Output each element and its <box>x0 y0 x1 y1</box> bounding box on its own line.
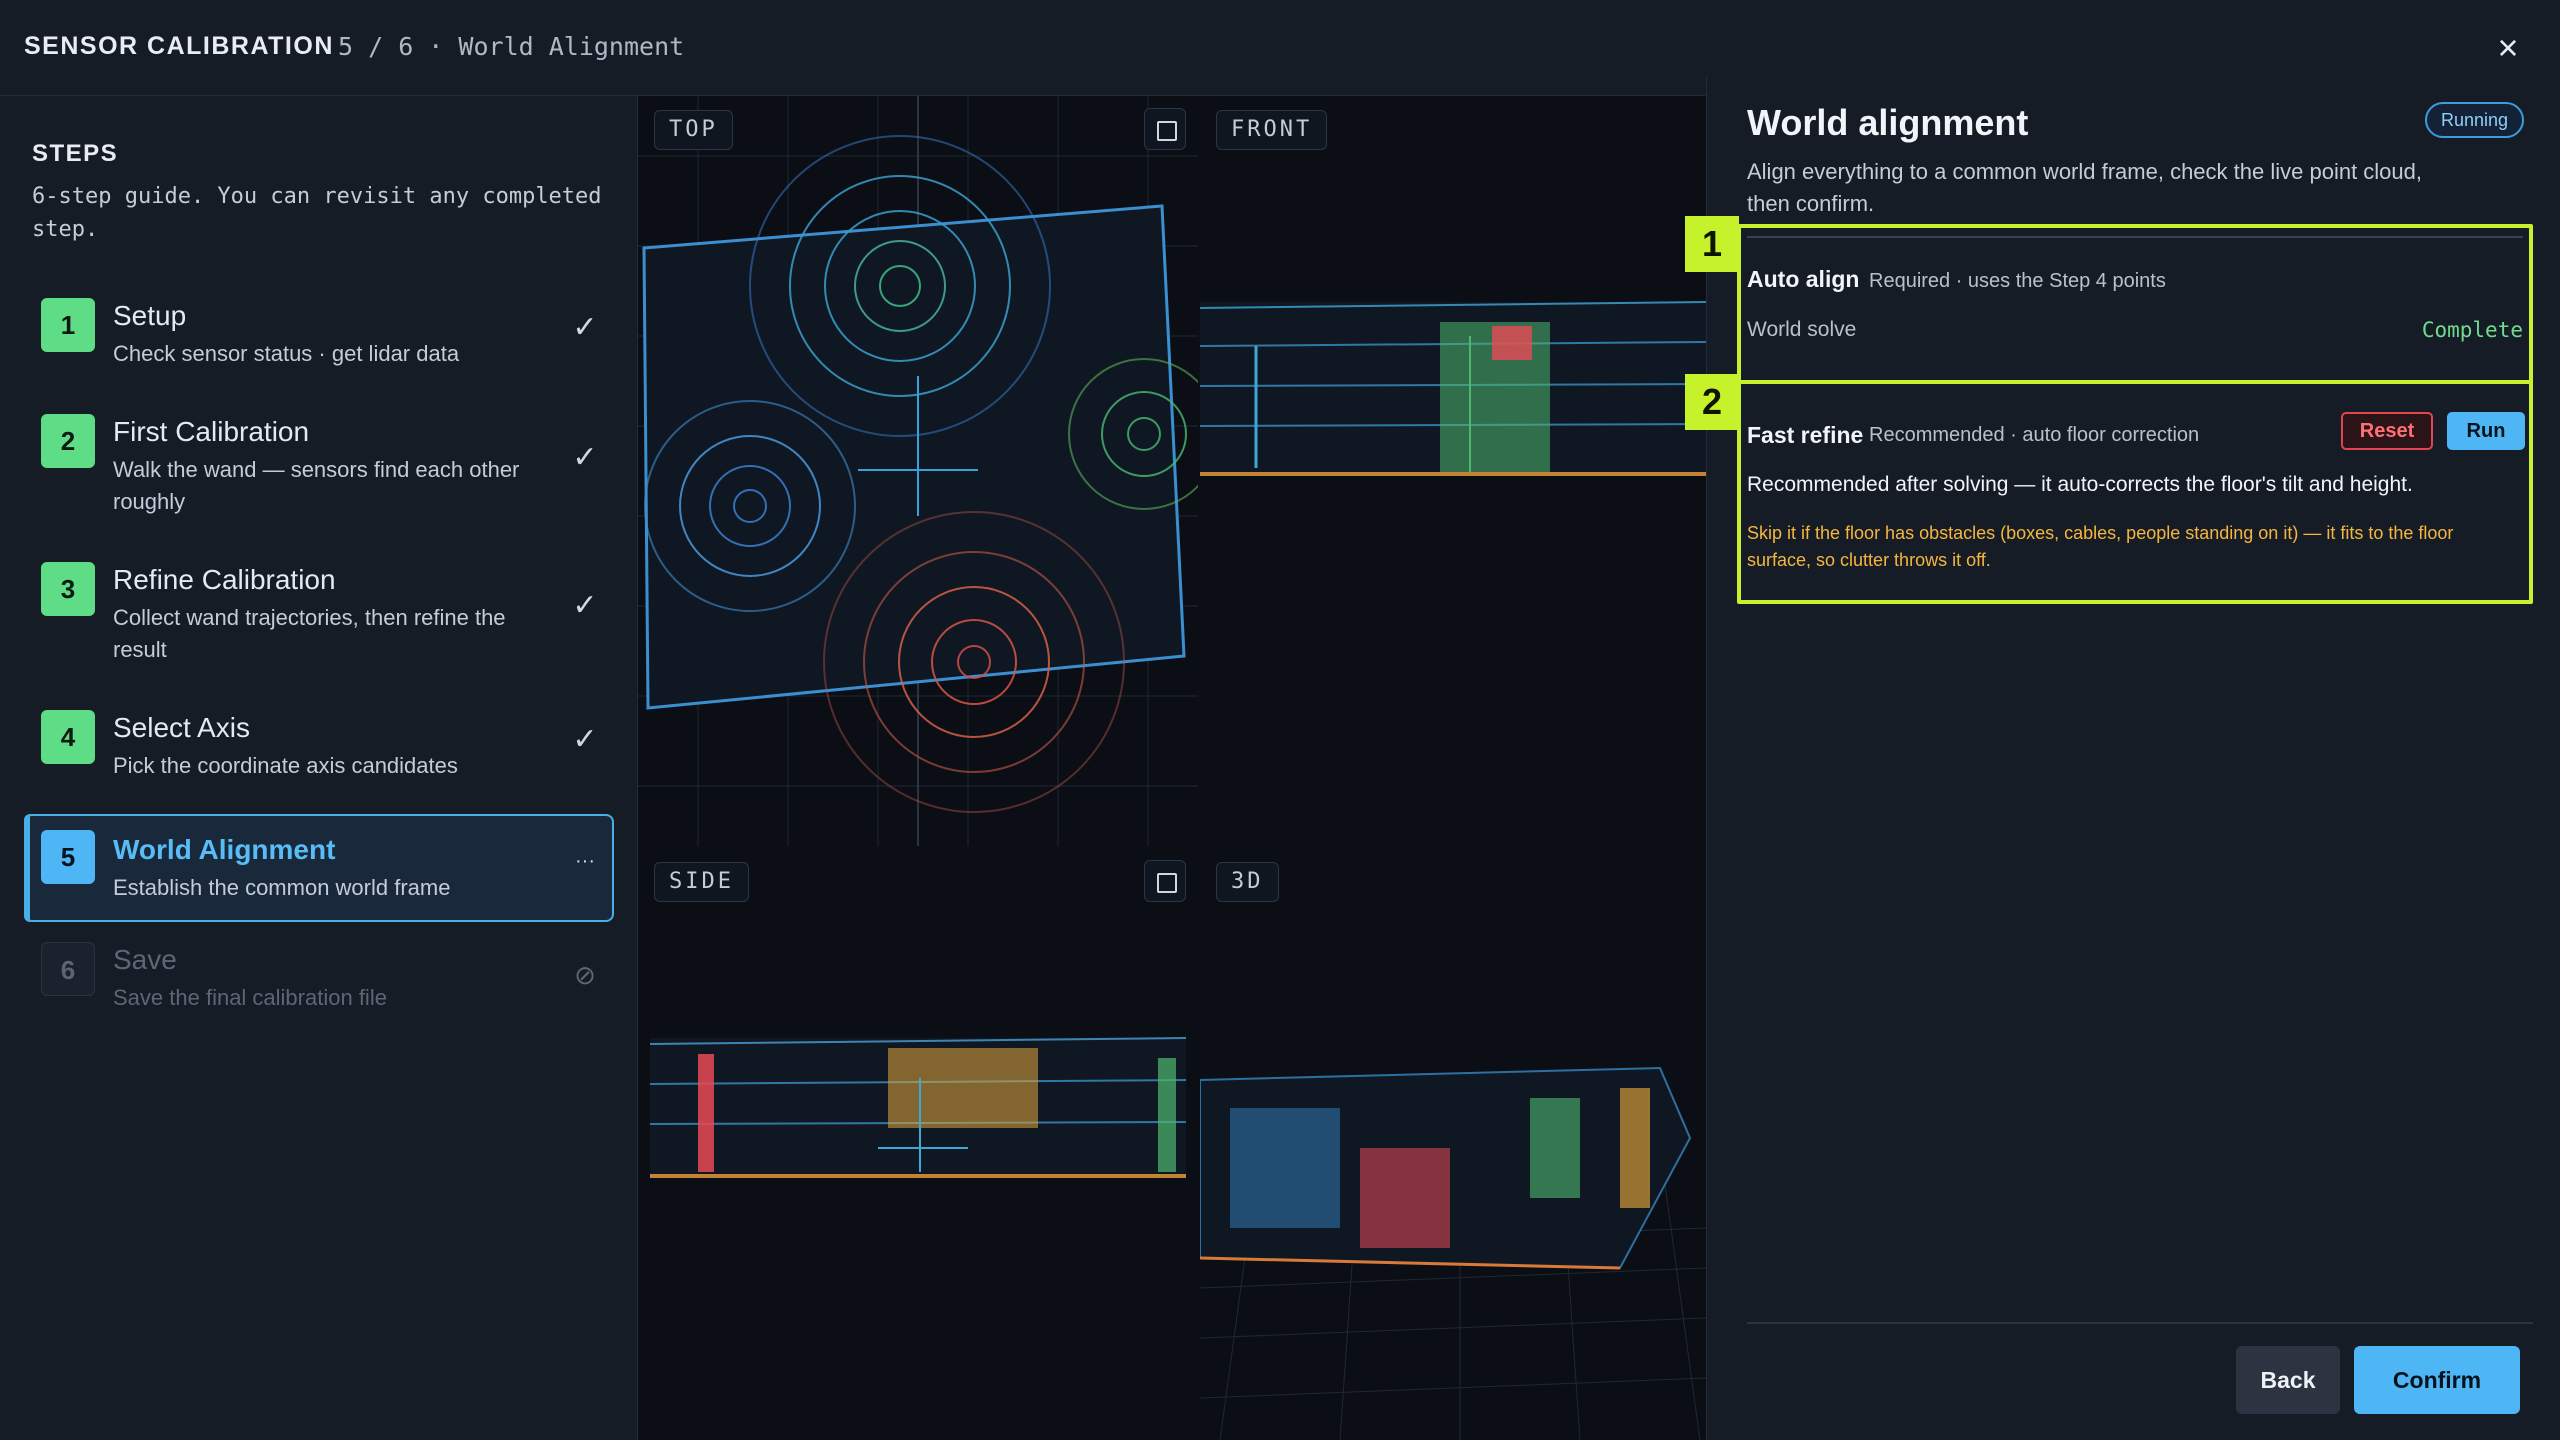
step-title: Refine Calibration <box>113 564 336 595</box>
close-icon[interactable]: × <box>2488 28 2528 68</box>
auto-align-section: Auto align Required · uses the Step 4 po… <box>1737 224 2533 384</box>
section-subtitle: Recommended · auto floor correction <box>1869 424 2200 446</box>
footer-divider <box>1747 1322 2533 1324</box>
reset-button[interactable]: Reset <box>2341 412 2433 450</box>
confirm-button[interactable]: Confirm <box>2354 1346 2520 1414</box>
step-description: Check sensor status · get lidar data <box>113 341 460 366</box>
step-number: 5 <box>41 830 95 884</box>
step-description: Pick the coordinate axis candidates <box>113 753 458 778</box>
step-title: Select Axis <box>113 712 250 743</box>
section-badge: 1 <box>1685 216 1739 272</box>
app-title: SENSOR CALIBRATION <box>24 32 334 60</box>
maximize-icon[interactable] <box>1144 108 1186 150</box>
step-number: 2 <box>41 414 95 468</box>
point-cloud-viewports: TOP FRONT SIDE 3D <box>638 96 1706 1440</box>
step-item-select-axis[interactable]: 4 Select Axis Pick the coordinate axis c… <box>24 702 614 810</box>
maximize-icon[interactable] <box>1144 860 1186 902</box>
back-button[interactable]: Back <box>2236 1346 2340 1414</box>
section-badge: 2 <box>1685 374 1739 430</box>
fast-refine-section: Fast refine Recommended · auto floor cor… <box>1737 380 2533 604</box>
step-number: 3 <box>41 562 95 616</box>
viewport-front[interactable]: FRONT <box>1200 96 1706 846</box>
check-icon: ✓ <box>572 311 598 344</box>
step-title: Setup <box>113 300 187 331</box>
refine-description: Recommended after solving — it auto-corr… <box>1747 473 2413 496</box>
top-view-cloud <box>638 96 1198 846</box>
viewport-label: TOP <box>654 110 733 150</box>
step-description: Walk the wand — sensors find each other … <box>113 457 520 514</box>
world-solve-status: Complete <box>2421 318 2523 342</box>
panel-description: Align everything to a common world frame… <box>1747 159 2422 216</box>
step-progress: 5 / 6 · World Alignment <box>338 32 685 61</box>
section-title: Auto align <box>1747 266 1860 292</box>
step-title: World Alignment <box>113 834 336 865</box>
viewport-label: SIDE <box>654 862 749 902</box>
locked-icon: ⊘ <box>574 960 596 990</box>
panel-title: World alignment <box>1747 102 2029 143</box>
step-description: Save the final calibration file <box>113 985 387 1010</box>
side-view-cloud <box>649 1037 1187 1178</box>
world-solve-label: World solve <box>1747 318 1857 341</box>
3d-view-cloud <box>1200 1066 1706 1440</box>
steps-sidebar: STEPS 6-step guide. You can revisit any … <box>0 96 638 1440</box>
check-icon: ✓ <box>572 441 598 474</box>
steps-description: 6-step guide. You can revisit any comple… <box>32 184 602 242</box>
step-title: Save <box>113 944 177 975</box>
step-description: Establish the common world frame <box>113 875 451 900</box>
section-divider <box>1747 236 2523 238</box>
world-alignment-panel: World alignment Running Align everything… <box>1685 76 2560 1440</box>
step-item-save: 6 Save Save the final calibration file ⊘ <box>24 934 614 1042</box>
step-title: First Calibration <box>113 416 310 447</box>
step-number: 4 <box>41 710 95 764</box>
check-icon: ✓ <box>572 723 598 756</box>
check-icon: ✓ <box>572 589 598 622</box>
step-item-first-calibration[interactable]: 2 First Calibration Walk the wand — sens… <box>24 406 614 514</box>
step-description: Collect wand trajectories, then refine t… <box>113 605 506 662</box>
run-button[interactable]: Run <box>2447 412 2525 450</box>
front-view-cloud <box>1200 301 1706 476</box>
more-icon: ··· <box>575 850 595 872</box>
step-item-world-alignment[interactable]: 5 World Alignment Establish the common w… <box>24 814 614 922</box>
step-number: 6 <box>41 942 95 996</box>
step-number: 1 <box>41 298 95 352</box>
viewport-top[interactable]: TOP <box>638 96 1198 846</box>
step-item-refine-calibration[interactable]: 3 Refine Calibration Collect wand trajec… <box>24 554 614 662</box>
viewport-label: 3D <box>1216 862 1279 902</box>
status-badge: Running <box>2425 102 2525 138</box>
section-title: Fast refine <box>1747 422 1864 448</box>
step-item-setup[interactable]: 1 Setup Check sensor status · get lidar … <box>24 290 614 398</box>
section-subtitle: Required · uses the Step 4 points <box>1869 270 2166 292</box>
refine-warning: Skip it if the floor has obstacles (boxe… <box>1747 523 2454 570</box>
viewport-side[interactable]: SIDE <box>638 848 1198 1440</box>
viewport-3d[interactable]: 3D <box>1200 848 1706 1440</box>
steps-heading: STEPS <box>32 140 119 167</box>
viewport-label: FRONT <box>1216 110 1328 150</box>
